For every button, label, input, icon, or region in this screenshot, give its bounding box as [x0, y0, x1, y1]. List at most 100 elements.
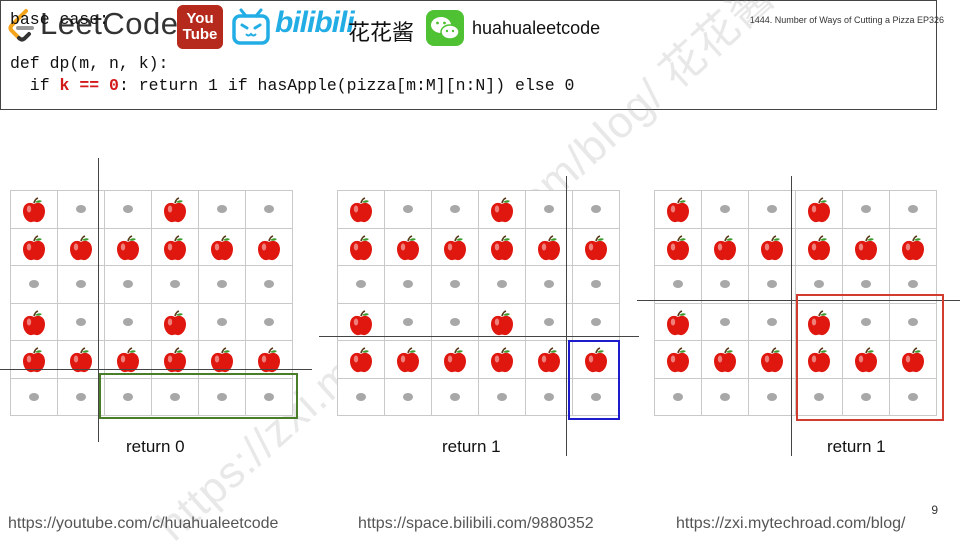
- empty-dot-icon: [861, 280, 871, 289]
- pizza-cell: [748, 190, 796, 229]
- empty-dot-icon: [544, 317, 554, 326]
- pizza-cell: [478, 265, 526, 304]
- apple-icon: [161, 234, 189, 262]
- pizza-cell: [701, 302, 749, 341]
- pizza-cell: [10, 227, 58, 266]
- pizza-cell: [701, 265, 749, 304]
- empty-dot-icon: [123, 280, 133, 289]
- pizza-cell: [701, 227, 749, 266]
- pizza-cell: [748, 227, 796, 266]
- bilibili-logo: bilibili: [275, 6, 355, 39]
- pizza-cell: [654, 190, 702, 229]
- pizza-cell: [431, 265, 479, 304]
- pizza-cell: [384, 265, 432, 304]
- pizza-cell: [104, 227, 152, 266]
- apple-icon: [208, 346, 236, 374]
- pizza-cell: [245, 227, 293, 266]
- horizontal-cut-line: [319, 336, 639, 337]
- empty-dot-icon: [591, 205, 601, 214]
- empty-dot-icon: [356, 280, 366, 289]
- apple-icon: [20, 309, 48, 337]
- pizza-cell: [337, 340, 385, 379]
- youtube-link[interactable]: https://youtube.com/c/huahualeetcode: [8, 515, 278, 533]
- apple-icon: [67, 346, 95, 374]
- return-label: return 1: [827, 437, 886, 456]
- pizza-cell: [431, 227, 479, 266]
- empty-dot-icon: [767, 317, 777, 326]
- empty-dot-icon: [720, 317, 730, 326]
- apple-icon: [535, 234, 563, 262]
- channel-handle: huahualeetcode: [472, 18, 601, 38]
- pizza-cell: [104, 190, 152, 229]
- empty-dot-icon: [76, 205, 86, 214]
- empty-dot-icon: [217, 280, 227, 289]
- apple-icon: [805, 234, 833, 262]
- empty-dot-icon: [861, 205, 871, 214]
- empty-dot-icon: [450, 392, 460, 401]
- apple-icon: [347, 309, 375, 337]
- apple-icon: [664, 309, 692, 337]
- empty-dot-icon: [356, 392, 366, 401]
- apple-icon: [711, 346, 739, 374]
- empty-dot-icon: [591, 317, 601, 326]
- empty-dot-icon: [264, 280, 274, 289]
- apple-icon: [582, 234, 610, 262]
- pizza-cell: [245, 190, 293, 229]
- empty-dot-icon: [544, 392, 554, 401]
- empty-dot-icon: [497, 392, 507, 401]
- empty-dot-icon: [403, 392, 413, 401]
- vertical-cut-line: [566, 176, 567, 456]
- pizza-cell: [654, 227, 702, 266]
- empty-dot-icon: [814, 280, 824, 289]
- empty-dot-icon: [908, 280, 918, 289]
- pizza-cell: [151, 227, 199, 266]
- pizza-cell: [701, 377, 749, 416]
- pizza-cell: [10, 340, 58, 379]
- apple-icon: [535, 346, 563, 374]
- blog-link[interactable]: https://zxi.mytechroad.com/blog/: [676, 515, 905, 533]
- apple-icon: [664, 346, 692, 374]
- pizza-cell: [572, 190, 620, 229]
- pizza-cell: [431, 340, 479, 379]
- pizza-cell: [478, 377, 526, 416]
- empty-dot-icon: [544, 280, 554, 289]
- empty-dot-icon: [29, 392, 39, 401]
- empty-dot-icon: [76, 280, 86, 289]
- pizza-cell: [572, 265, 620, 304]
- code-line: def dp(m, n, k):: [10, 54, 169, 73]
- empty-dot-icon: [908, 205, 918, 214]
- apple-icon: [20, 346, 48, 374]
- youtube-logo-text: You: [186, 10, 214, 27]
- apple-icon: [347, 196, 375, 224]
- episode-title: 1444. Number of Ways of Cutting a Pizza …: [749, 15, 944, 25]
- page-number: 9: [931, 503, 938, 517]
- pizza-cell: [701, 340, 749, 379]
- pizza-cell: [337, 265, 385, 304]
- wechat-icon: [426, 10, 464, 46]
- pizza-cell: [104, 302, 152, 341]
- pizza-cell: [748, 265, 796, 304]
- apple-icon: [488, 346, 516, 374]
- pizza-cell: [198, 190, 246, 229]
- remaining-piece-highlight: [796, 294, 944, 421]
- bilibili-link[interactable]: https://space.bilibili.com/9880352: [358, 515, 594, 533]
- code-line: if k == 0: return 1 if hasApple(pizza[m:…: [10, 76, 575, 95]
- empty-dot-icon: [720, 392, 730, 401]
- youtube-logo-text: Tube: [182, 26, 218, 43]
- pizza-cell: [572, 227, 620, 266]
- pizza-cell: [384, 377, 432, 416]
- apple-icon: [161, 309, 189, 337]
- pizza-cell: [748, 340, 796, 379]
- empty-dot-icon: [720, 280, 730, 289]
- youtube-logo-icon: You Tube: [177, 5, 223, 49]
- remaining-piece-highlight: [99, 373, 298, 419]
- code-text: : return 1 if hasApple(pizza[m:M][n:N]) …: [118, 76, 575, 95]
- pizza-cell: [337, 377, 385, 416]
- pizza-cell: [654, 265, 702, 304]
- empty-dot-icon: [450, 205, 460, 214]
- empty-dot-icon: [264, 317, 274, 326]
- pizza-cell: [198, 302, 246, 341]
- apple-icon: [899, 234, 927, 262]
- apple-icon: [394, 346, 422, 374]
- empty-dot-icon: [720, 205, 730, 214]
